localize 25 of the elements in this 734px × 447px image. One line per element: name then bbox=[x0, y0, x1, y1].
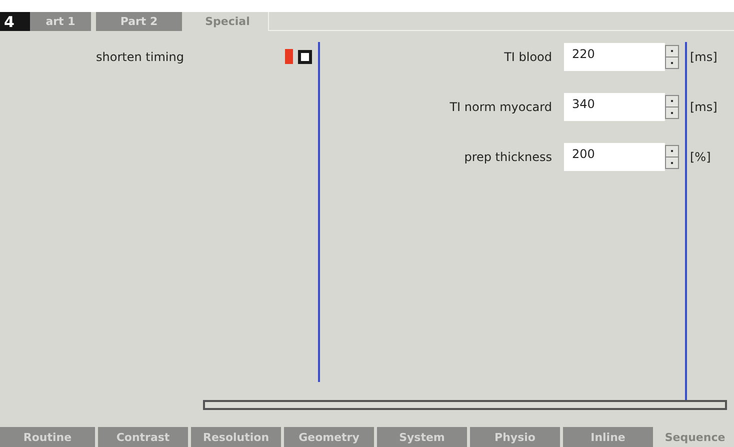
option-label: shorten timing bbox=[95, 49, 185, 64]
number-field[interactable]: 220 bbox=[564, 43, 665, 71]
tab[interactable]: Part 2 bbox=[96, 12, 182, 31]
parameter-label: prep thickness bbox=[463, 150, 553, 164]
parameter-label: TI norm myocard bbox=[448, 100, 553, 114]
tab[interactable]: Geometry bbox=[284, 427, 374, 447]
unit-label: [ms] bbox=[689, 50, 718, 64]
number-field[interactable]: 200 bbox=[564, 143, 665, 171]
spinner-icon[interactable] bbox=[665, 145, 679, 169]
tab[interactable]: art 1 bbox=[30, 12, 91, 31]
tab[interactable]: System bbox=[377, 427, 467, 447]
unit-label: [ms] bbox=[689, 100, 718, 114]
tab[interactable]: Routine bbox=[0, 427, 95, 447]
figure-label: 4 bbox=[0, 12, 30, 31]
spinner-icon[interactable] bbox=[665, 45, 679, 69]
indicator-mark bbox=[285, 49, 293, 64]
tab[interactable]: Resolution bbox=[191, 427, 281, 447]
tab[interactable]: Physio bbox=[470, 427, 560, 447]
checkbox[interactable] bbox=[298, 50, 312, 64]
tab[interactable]: Inline bbox=[563, 427, 653, 447]
tab[interactable]: Contrast bbox=[98, 427, 188, 447]
number-field[interactable]: 340 bbox=[564, 93, 665, 121]
spinner-icon[interactable] bbox=[665, 95, 679, 119]
parameter-label: TI blood bbox=[503, 50, 553, 64]
unit-label: [%] bbox=[689, 150, 712, 164]
